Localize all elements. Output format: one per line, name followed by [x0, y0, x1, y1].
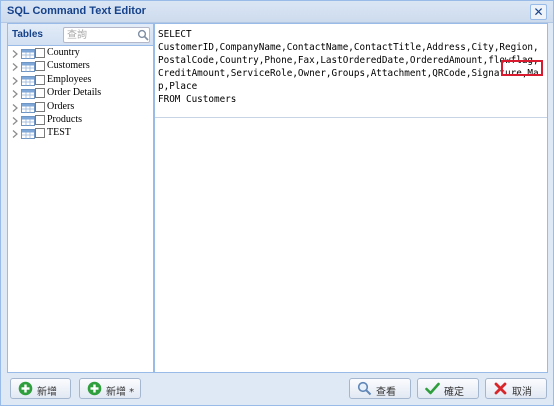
table-tree-item[interactable]: Country	[8, 47, 153, 61]
add-icon	[18, 381, 33, 396]
expand-arrow-icon[interactable]	[11, 76, 19, 86]
query-button-label: 查看	[376, 387, 396, 398]
expand-arrow-icon[interactable]	[11, 129, 19, 139]
table-icon	[21, 102, 35, 113]
table-icon	[21, 115, 35, 126]
table-tree-label: Customers	[47, 60, 90, 72]
highlight-annotation	[501, 60, 543, 76]
table-icon	[21, 89, 35, 100]
table-tree-item[interactable]: Products	[8, 113, 153, 128]
title-bar[interactable]: SQL Command Text Editor ✕	[1, 1, 553, 23]
table-tree-label: Order Details	[47, 87, 102, 99]
table-tree-label: Employees	[47, 73, 92, 85]
add-star-button-label: 新增 *	[106, 387, 135, 398]
sql-editor-window: SQL Command Text Editor ✕ Tables Country…	[0, 0, 554, 406]
table-tree-label: TEST	[47, 127, 71, 139]
table-icon	[21, 62, 35, 73]
sql-text-area[interactable]: SELECT CustomerID,CompanyName,ContactNam…	[155, 24, 547, 118]
table-tree-item[interactable]: Customers	[8, 60, 153, 74]
close-button[interactable]: ✕	[530, 4, 547, 20]
tables-panel-header: Tables	[8, 24, 153, 46]
cancel-button-label: 取消	[512, 387, 532, 398]
table-tree-label: Orders	[47, 100, 75, 112]
magnifier-icon	[357, 381, 372, 396]
table-checkbox[interactable]	[35, 48, 45, 58]
table-tree-label: Products	[47, 113, 82, 125]
tables-panel: Tables Country CustomersEmployees Order De…	[7, 23, 154, 373]
expand-arrow-icon[interactable]	[11, 62, 19, 72]
cancel-button[interactable]: 取消	[485, 378, 547, 399]
tables-panel-title: Tables	[12, 29, 43, 40]
table-search-box[interactable]	[63, 27, 150, 43]
add-button[interactable]: 新增	[10, 378, 71, 399]
table-icon	[21, 129, 35, 140]
table-tree-item[interactable]: Order Details	[8, 87, 153, 101]
table-checkbox[interactable]	[35, 61, 45, 72]
tables-tree: Country Customers Employees Order Details Or…	[8, 47, 153, 142]
expand-arrow-icon[interactable]	[11, 89, 19, 99]
table-checkbox[interactable]	[35, 74, 45, 85]
table-checkbox[interactable]	[35, 88, 45, 99]
expand-arrow-icon[interactable]	[11, 49, 19, 59]
bottom-toolbar: 新增 新增 * 查看 確定 取消	[1, 373, 553, 405]
query-button[interactable]: 查看	[349, 378, 411, 399]
table-icon	[21, 75, 35, 86]
table-tree-item[interactable]: Orders	[8, 100, 153, 115]
checkmark-icon	[425, 382, 440, 395]
close-icon: ✕	[533, 5, 544, 19]
table-tree-label: Country	[47, 47, 80, 58]
table-search-input[interactable]	[67, 29, 135, 41]
cancel-icon	[494, 382, 507, 395]
expand-arrow-icon[interactable]	[11, 116, 19, 126]
search-icon[interactable]	[137, 29, 149, 41]
window-title: SQL Command Text Editor	[7, 5, 146, 17]
add-star-button[interactable]: 新增 *	[79, 378, 141, 399]
table-checkbox[interactable]	[35, 101, 45, 112]
table-tree-item[interactable]: Employees	[8, 73, 153, 88]
table-checkbox[interactable]	[35, 128, 45, 139]
add-icon	[87, 381, 102, 396]
ok-button-label: 確定	[444, 387, 464, 398]
ok-button[interactable]: 確定	[417, 378, 479, 399]
sql-editor-panel: SELECT CustomerID,CompanyName,ContactNam…	[154, 23, 548, 373]
add-button-label: 新增	[37, 387, 57, 398]
expand-arrow-icon[interactable]	[11, 103, 19, 113]
table-icon	[21, 49, 35, 59]
table-checkbox[interactable]	[35, 114, 45, 125]
table-tree-item[interactable]: TEST	[8, 127, 153, 141]
